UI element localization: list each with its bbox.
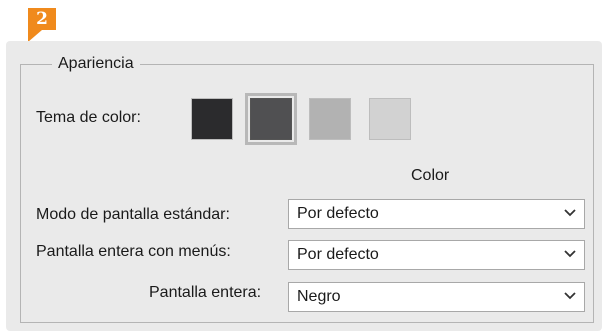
step-number-badge: 2 [28,8,56,30]
theme-swatch-darkest[interactable] [191,98,233,140]
color-column-header: Color [411,167,450,184]
full-screen-label: Pantalla entera: [149,284,262,301]
color-theme-label: Tema de color: [36,109,141,126]
appearance-legend: Apariencia [52,55,140,73]
full-screen-value: Negro [297,288,341,305]
full-screen-menus-label: Pantalla entera con menús: [36,243,231,260]
standard-screen-mode-value: Por defecto [297,205,379,222]
full-screen-menus-select[interactable]: Por defecto [288,240,585,270]
standard-screen-mode-label: Modo de pantalla estándar: [36,206,230,223]
chevron-down-icon [564,250,576,258]
theme-swatch-dark[interactable] [245,93,297,145]
standard-screen-mode-select[interactable]: Por defecto [288,199,585,229]
full-screen-select[interactable]: Negro [288,282,585,312]
appearance-panel: Apariencia Tema de color: Color Modo de … [6,41,602,331]
chevron-down-icon [564,292,576,300]
full-screen-menus-value: Por defecto [297,246,379,263]
theme-swatch-light[interactable] [369,98,411,140]
chevron-down-icon [564,209,576,217]
theme-swatch-medium[interactable] [309,98,351,140]
